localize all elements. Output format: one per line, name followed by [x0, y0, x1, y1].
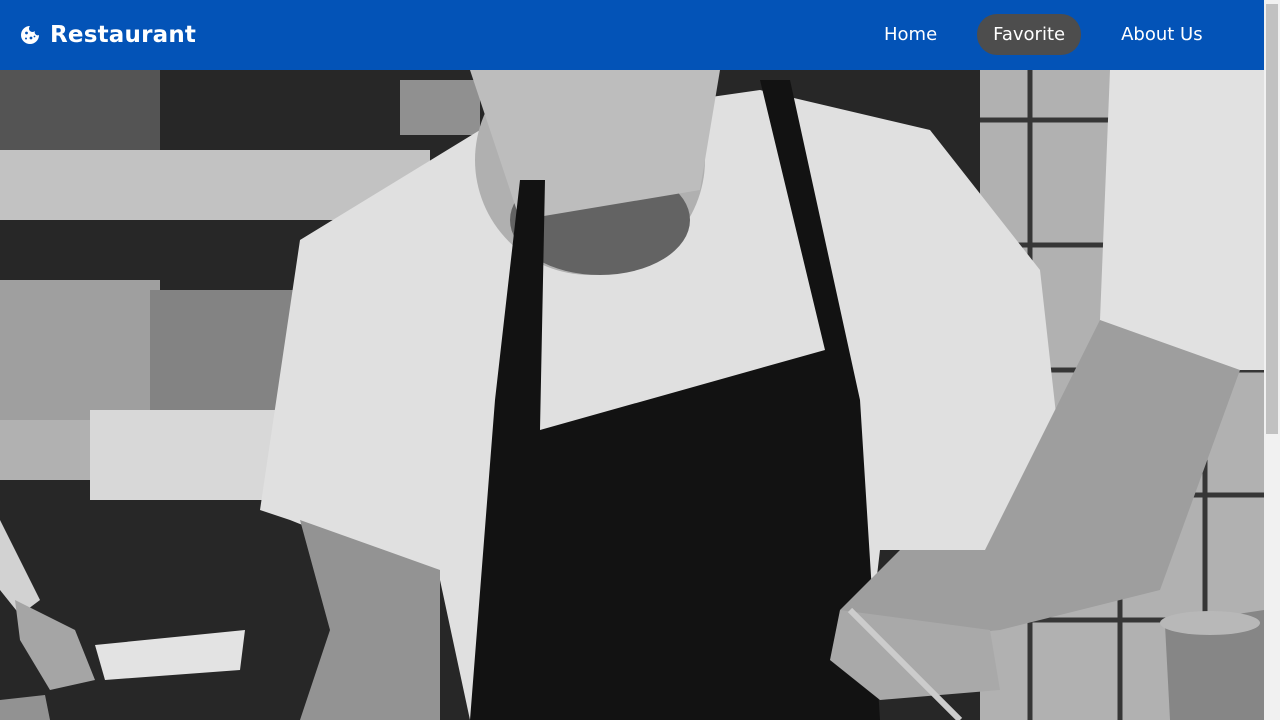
- brand-title: Restaurant: [50, 22, 197, 48]
- navbar: Restaurant Home Favorite About Us: [0, 0, 1264, 70]
- hero-image: [0, 70, 1264, 720]
- nav-links: Home Favorite About Us: [868, 14, 1227, 55]
- chef-photo: [0, 70, 1264, 720]
- scrollbar-thumb[interactable]: [1266, 4, 1278, 434]
- nav-link-favorite[interactable]: Favorite: [977, 14, 1082, 55]
- brand[interactable]: Restaurant: [20, 22, 196, 48]
- nav-link-home[interactable]: Home: [868, 14, 953, 55]
- nav-link-about-us[interactable]: About Us: [1105, 14, 1219, 55]
- vertical-scrollbar[interactable]: [1264, 0, 1280, 720]
- cookie-icon: [21, 26, 39, 44]
